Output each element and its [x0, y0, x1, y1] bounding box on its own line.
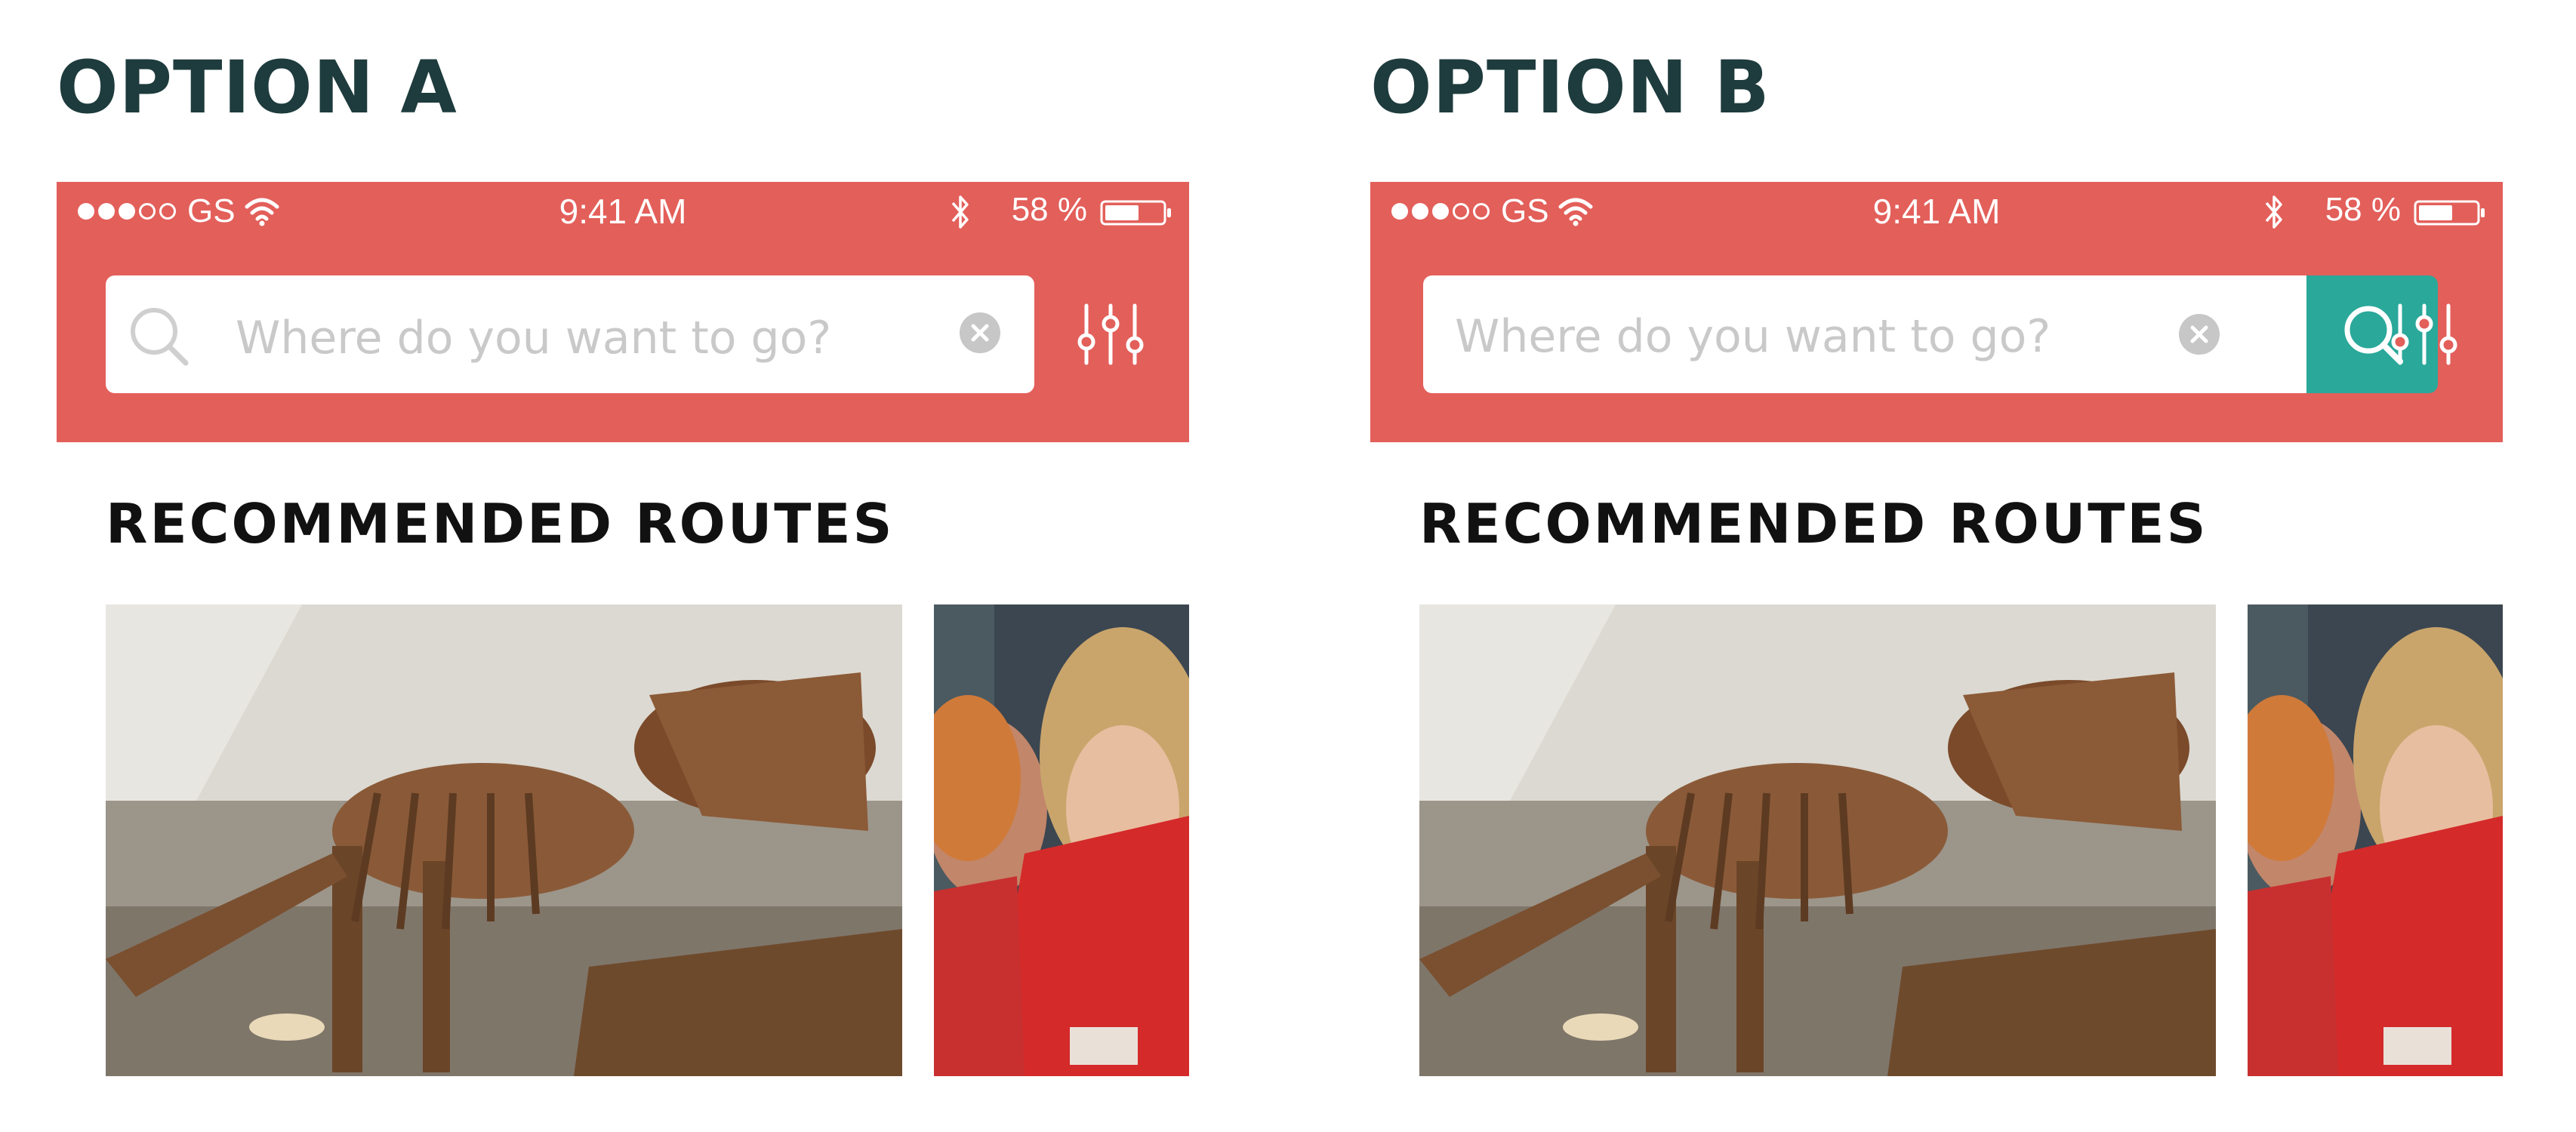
search-input[interactable]: Where do you want to go?	[236, 312, 831, 365]
battery-icon	[1100, 200, 1171, 226]
option-a-phone: GS 9:41 AM 58 % Where do you want to go?…	[57, 182, 1189, 1080]
app-bar: GS 9:41 AM 58 % Where do you want to go?	[1370, 182, 2503, 442]
bluetooth-icon	[2265, 195, 2282, 229]
dinosaur-skeleton-photo	[106, 604, 902, 1076]
battery-percentage: 58 %	[1011, 191, 1087, 228]
search-field[interactable]: Where do you want to go?	[1423, 275, 2306, 393]
route-card-visitors[interactable]	[2248, 604, 2503, 1076]
search-icon	[131, 308, 189, 366]
bluetooth-icon	[951, 195, 969, 229]
option-b-phone: GS 9:41 AM 58 % Where do you want to go?…	[1370, 182, 2503, 1080]
battery-percentage: 58 %	[2325, 191, 2401, 228]
section-title: RECOMMENDED ROUTES	[1419, 492, 2208, 555]
battery-icon	[2414, 200, 2485, 226]
search-field[interactable]: Where do you want to go?	[106, 275, 1034, 393]
section-title: RECOMMENDED ROUTES	[106, 492, 895, 555]
museum-visitors-photo	[934, 604, 1189, 1076]
filter-sliders-icon[interactable]	[2390, 303, 2459, 366]
app-bar: GS 9:41 AM 58 % Where do you want to go?	[57, 182, 1189, 442]
dinosaur-skeleton-photo	[1419, 604, 2216, 1076]
clear-icon[interactable]	[2178, 313, 2220, 355]
clear-icon[interactable]	[959, 312, 1001, 354]
option-a-title: OPTION A	[57, 45, 458, 130]
route-card-dinosaur[interactable]	[106, 604, 902, 1076]
museum-visitors-photo	[2248, 604, 2503, 1076]
route-card-dinosaur[interactable]	[1419, 604, 2216, 1076]
route-card-visitors[interactable]	[934, 604, 1189, 1076]
filter-sliders-icon[interactable]	[1076, 303, 1145, 366]
status-bar: GS 9:41 AM 58 %	[1370, 182, 2503, 242]
search-input[interactable]: Where do you want to go?	[1455, 310, 2051, 363]
status-bar: GS 9:41 AM 58 %	[57, 182, 1189, 242]
option-b-title: OPTION B	[1370, 45, 1770, 130]
